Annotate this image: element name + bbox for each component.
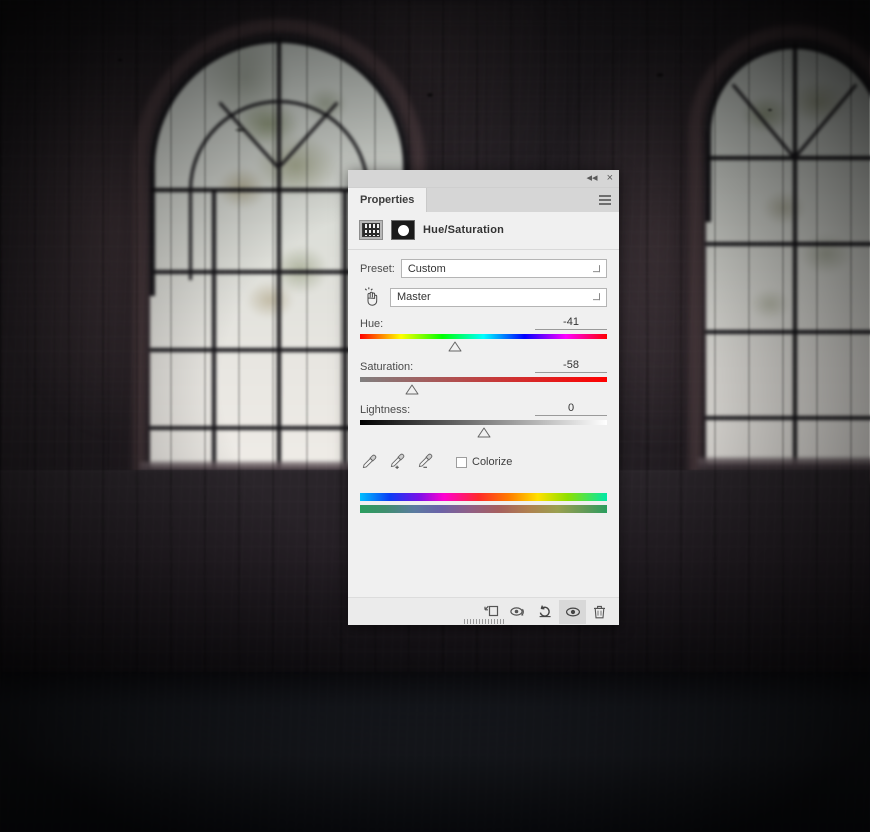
lightness-value[interactable]: 0 <box>535 402 607 416</box>
panel-menu-button[interactable] <box>599 188 619 212</box>
adjustment-header: Hue/Saturation <box>348 212 619 250</box>
hue-slider-block: Hue: -41 <box>360 316 607 355</box>
hue-saturation-thumbnail-icon[interactable] <box>359 220 383 240</box>
channel-select[interactable]: Master <box>390 287 607 307</box>
toggle-visibility-button[interactable] <box>559 599 586 624</box>
layer-mask-thumbnail-icon[interactable] <box>391 220 415 240</box>
preset-label: Preset: <box>360 262 395 275</box>
eyedropper-subtract-icon[interactable] <box>416 453 434 471</box>
eyedropper-row: Colorize <box>360 453 607 471</box>
saturation-track[interactable] <box>360 377 607 398</box>
channel-value: Master <box>397 291 431 303</box>
delete-button[interactable] <box>586 600 613 624</box>
hue-slider-thumb[interactable] <box>448 341 463 353</box>
hue-label: Hue: <box>360 318 384 330</box>
chevron-down-icon <box>593 293 600 301</box>
adjustment-title: Hue/Saturation <box>423 224 505 236</box>
chevron-down-icon <box>593 264 600 272</box>
preset-row: Preset: Custom <box>360 259 607 278</box>
on-image-adjustment-hand-icon[interactable] <box>360 286 384 308</box>
channel-row: Master <box>360 286 607 308</box>
properties-panel[interactable]: ◂◂ × Properties Hue/Saturation Preset: C… <box>348 170 619 625</box>
lightness-slider-thumb[interactable] <box>476 427 491 439</box>
saturation-value[interactable]: -58 <box>535 359 607 373</box>
preset-select[interactable]: Custom <box>400 259 607 278</box>
preset-value: Custom <box>407 262 446 275</box>
reset-button[interactable] <box>532 600 559 624</box>
close-icon[interactable]: × <box>607 173 613 184</box>
colorize-checkbox[interactable] <box>456 456 467 468</box>
hue-track[interactable] <box>360 334 607 355</box>
output-color-spectrum-bar <box>360 505 607 513</box>
lightness-label: Lightness: <box>360 404 411 416</box>
previous-state-button[interactable] <box>505 600 532 624</box>
tab-label: Properties <box>360 194 415 206</box>
lightness-slider-block: Lightness: 0 <box>360 402 607 441</box>
lightness-track[interactable] <box>360 420 607 441</box>
collapse-icon[interactable]: ◂◂ <box>587 173 598 184</box>
screen: ◂◂ × Properties Hue/Saturation Preset: C… <box>0 0 870 832</box>
resize-grip-icon[interactable] <box>463 619 504 624</box>
eyedropper-add-icon[interactable] <box>388 453 406 471</box>
panel-menu-icon <box>599 195 611 205</box>
tab-properties[interactable]: Properties <box>348 188 428 212</box>
panel-titlebar[interactable]: ◂◂ × <box>348 170 619 188</box>
saturation-slider-block: Saturation: -58 <box>360 359 607 398</box>
eyedropper-icon[interactable] <box>360 453 378 471</box>
panel-body: Preset: Custom Master Hue: -41 Saturatio… <box>348 250 619 597</box>
saturation-slider-thumb[interactable] <box>404 384 419 396</box>
colorize-checkbox-row[interactable]: Colorize <box>456 456 512 468</box>
saturation-label: Saturation: <box>360 361 414 373</box>
colorize-label: Colorize <box>472 456 513 468</box>
hue-value[interactable]: -41 <box>535 316 607 330</box>
input-color-spectrum-bar <box>360 493 607 501</box>
color-bars <box>360 493 607 513</box>
panel-tabstrip[interactable]: Properties <box>348 188 619 212</box>
